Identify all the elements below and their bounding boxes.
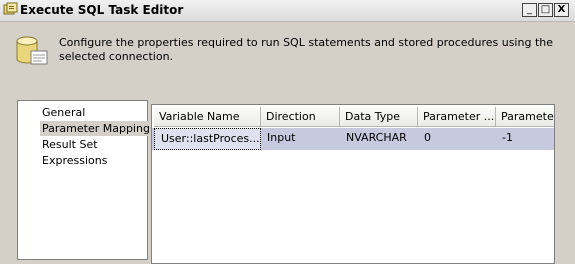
cell-parameter-name[interactable]: 0 — [418, 128, 496, 150]
nav-item-parameter-mapping[interactable]: Parameter Mapping — [40, 121, 152, 136]
column-header-parameter-name[interactable]: Parameter ... — [418, 107, 496, 127]
parameter-grid[interactable]: Variable Name Direction Data Type Parame… — [151, 104, 555, 264]
column-header-parameter-size[interactable]: Parameter Size — [496, 107, 554, 127]
header-description: Configure the properties required to run… — [59, 36, 553, 63]
nav-item-result-set[interactable]: Result Set — [40, 137, 100, 152]
table-row[interactable]: User::lastProces... Input NVARCHAR 0 -1 — [152, 128, 554, 150]
grid-header: Variable Name Direction Data Type Parame… — [152, 107, 554, 127]
cell-data-type[interactable]: NVARCHAR — [340, 128, 418, 150]
nav-item-expressions[interactable]: Expressions — [40, 153, 109, 168]
minimize-button[interactable]: _ — [522, 3, 537, 17]
window-title: Execute SQL Task Editor — [20, 3, 184, 17]
cell-direction[interactable]: Input — [261, 128, 340, 150]
column-header-data-type[interactable]: Data Type — [340, 107, 418, 127]
database-scroll-icon — [16, 36, 48, 65]
nav-item-general[interactable]: General — [40, 105, 87, 120]
nav-panel: General Parameter Mapping Result Set Exp… — [17, 100, 152, 260]
cell-variable-name[interactable]: User::lastProces... — [154, 128, 261, 150]
title-bar[interactable]: Execute SQL Task Editor _ □ X — [0, 0, 575, 22]
cell-parameter-size[interactable]: -1 — [496, 128, 554, 150]
column-header-direction[interactable]: Direction — [261, 107, 340, 127]
maximize-button[interactable]: □ — [538, 3, 553, 17]
column-header-variable-name[interactable]: Variable Name — [154, 107, 261, 127]
package-task-icon — [3, 2, 18, 15]
close-button[interactable]: X — [554, 3, 569, 17]
